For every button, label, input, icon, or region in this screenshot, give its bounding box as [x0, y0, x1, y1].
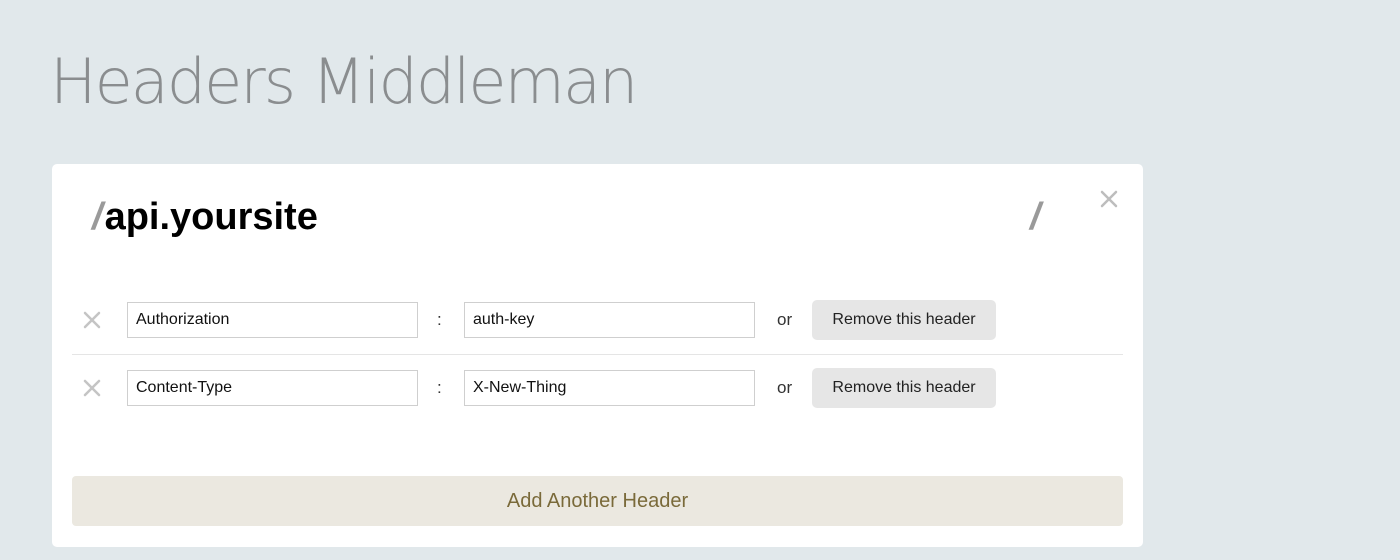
route-host[interactable]: api.yoursite — [105, 196, 318, 238]
header-value-input[interactable] — [464, 302, 755, 338]
route-suffix-slash[interactable]: / — [1030, 194, 1041, 240]
remove-row-x-icon[interactable] — [82, 378, 102, 398]
or-label: or — [777, 310, 793, 329]
header-separator: : — [437, 378, 442, 397]
route-prefix-slash: / — [92, 196, 103, 238]
remove-header-button[interactable]: Remove this header — [812, 300, 996, 340]
or-label: or — [777, 378, 793, 397]
remove-row-x-icon[interactable] — [82, 310, 102, 330]
header-row: : or Remove this header — [72, 354, 1123, 422]
route-title: /api.yoursite — [92, 194, 318, 240]
close-icon[interactable] — [1098, 188, 1120, 210]
page-title: Headers Middleman — [50, 45, 638, 118]
header-name-input[interactable] — [127, 302, 418, 338]
add-header-button[interactable]: Add Another Header — [72, 476, 1123, 526]
header-name-input[interactable] — [127, 370, 418, 406]
remove-header-button[interactable]: Remove this header — [812, 368, 996, 408]
route-card: /api.yoursite / : or Remove this header … — [52, 164, 1143, 547]
header-separator: : — [437, 310, 442, 329]
header-row: : or Remove this header — [72, 286, 1123, 355]
header-value-input[interactable] — [464, 370, 755, 406]
